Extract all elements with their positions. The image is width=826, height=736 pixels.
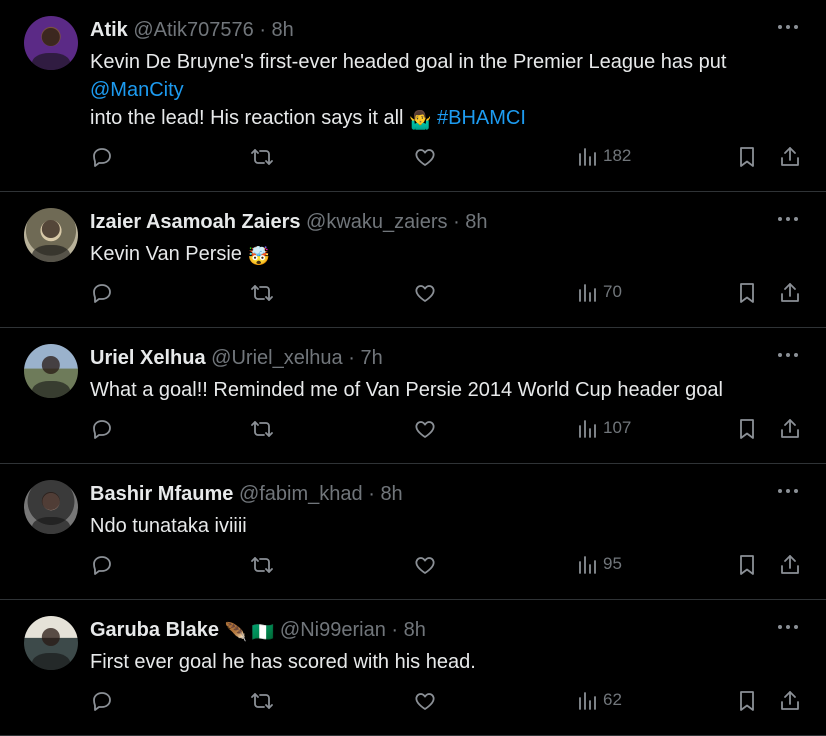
share-icon[interactable] (778, 281, 802, 305)
separator: · (348, 347, 355, 369)
separator: · (391, 619, 399, 641)
timestamp[interactable]: 8h (465, 211, 487, 233)
avatar[interactable] (24, 480, 78, 534)
tweet-text: First ever goal he has scored with his h… (90, 651, 476, 673)
views-icon (579, 692, 596, 710)
retweet-icon[interactable] (250, 553, 274, 577)
user-handle[interactable]: @fabim_khad (239, 483, 363, 505)
tweet-text: Kevin Van Persie 🤯 (90, 240, 790, 270)
views-count: 95 (603, 554, 622, 573)
views-count: 182 (603, 146, 632, 165)
user-name[interactable]: Izaier Asamoah Zaiers (90, 211, 300, 233)
retweet-icon[interactable] (250, 281, 274, 305)
tweet-header: Uriel Xelhua @Uriel_xelhua · 7h (90, 346, 383, 370)
bookmark-icon[interactable] (735, 145, 759, 169)
reply-icon[interactable] (90, 281, 114, 305)
hashtag-link[interactable]: #BHAMCI (431, 107, 526, 129)
more-icon[interactable] (778, 350, 800, 360)
avatar[interactable] (24, 208, 78, 262)
views-count: 107 (603, 418, 632, 437)
timestamp[interactable]: 8h (404, 619, 426, 641)
more-icon[interactable] (778, 486, 800, 496)
user-handle[interactable]: @Uriel_xelhua (211, 347, 342, 369)
tweet-text: What a goal!! Reminded me of Van Persie … (90, 379, 723, 401)
action-bar: 107 (90, 417, 806, 441)
bookmark-icon[interactable] (735, 553, 759, 577)
avatar[interactable] (24, 344, 78, 398)
views-counter[interactable]: 70 (576, 281, 622, 305)
retweet-icon[interactable] (250, 145, 274, 169)
reply-icon[interactable] (90, 689, 114, 713)
like-icon[interactable] (413, 145, 437, 169)
tweet-text: Ndo tunataka iviiii (90, 515, 247, 537)
reply-thread: Atik @Atik707576 · 8h Kevin De Bruyne's … (0, 0, 826, 736)
tweet[interactable]: Bashir Mfaume @fabim_khad · 8h Ndo tunat… (0, 464, 826, 600)
views-count: 70 (603, 282, 622, 301)
shrug-emoji: 🤷‍♂️ (409, 110, 432, 130)
views-counter[interactable]: 62 (576, 689, 622, 713)
tweet[interactable]: Garuba Blake 🪶 🇳🇬 @Ni99erian · 8h First … (0, 600, 826, 736)
action-bar: 95 (90, 553, 806, 577)
reply-icon[interactable] (90, 145, 114, 169)
name-emojis: 🪶 🇳🇬 (224, 622, 275, 642)
retweet-icon[interactable] (250, 689, 274, 713)
reply-icon[interactable] (90, 553, 114, 577)
user-handle[interactable]: @Atik707576 (133, 19, 253, 41)
like-icon[interactable] (413, 281, 437, 305)
avatar[interactable] (24, 16, 78, 70)
tweet-text: Kevin De Bruyne's first-ever headed goal… (90, 48, 790, 134)
tweet[interactable]: Atik @Atik707576 · 8h Kevin De Bruyne's … (0, 0, 826, 192)
more-icon[interactable] (778, 622, 800, 632)
share-icon[interactable] (778, 145, 802, 169)
views-icon (579, 420, 596, 438)
user-name[interactable]: Uriel Xelhua (90, 347, 206, 369)
views-icon (579, 148, 596, 166)
tweet-header: Bashir Mfaume @fabim_khad · 8h (90, 482, 403, 506)
tweet[interactable]: Uriel Xelhua @Uriel_xelhua · 7h What a g… (0, 328, 826, 464)
bookmark-icon[interactable] (735, 417, 759, 441)
user-name[interactable]: Atik (90, 19, 128, 41)
mind-blown-emoji: 🤯 (247, 246, 270, 266)
views-icon (579, 284, 596, 302)
user-name[interactable]: Garuba Blake (90, 619, 219, 641)
reply-icon[interactable] (90, 417, 114, 441)
share-icon[interactable] (778, 417, 802, 441)
action-bar: 70 (90, 281, 806, 305)
user-handle[interactable]: @kwaku_zaiers (306, 211, 447, 233)
timestamp[interactable]: 7h (360, 347, 382, 369)
share-icon[interactable] (778, 553, 802, 577)
like-icon[interactable] (413, 417, 437, 441)
mention-link[interactable]: @ManCity (90, 79, 184, 101)
tweet-header: Atik @Atik707576 · 8h (90, 18, 294, 42)
separator: · (453, 211, 460, 233)
tweet-header: Garuba Blake 🪶 🇳🇬 @Ni99erian · 8h (90, 618, 426, 644)
views-counter[interactable]: 95 (576, 553, 622, 577)
user-handle[interactable]: @Ni99erian (280, 619, 386, 641)
timestamp[interactable]: 8h (380, 483, 402, 505)
tweet[interactable]: Izaier Asamoah Zaiers @kwaku_zaiers · 8h… (0, 192, 826, 328)
more-icon[interactable] (778, 214, 800, 224)
user-name[interactable]: Bashir Mfaume (90, 483, 233, 505)
bookmark-icon[interactable] (735, 281, 759, 305)
action-bar: 62 (90, 689, 806, 713)
more-icon[interactable] (778, 22, 800, 32)
retweet-icon[interactable] (250, 417, 274, 441)
like-icon[interactable] (413, 689, 437, 713)
views-count: 62 (603, 690, 622, 709)
views-counter[interactable]: 107 (576, 417, 631, 441)
views-icon (579, 556, 596, 574)
action-bar: 182 (90, 145, 806, 169)
share-icon[interactable] (778, 689, 802, 713)
views-counter[interactable]: 182 (576, 145, 631, 169)
tweet-header: Izaier Asamoah Zaiers @kwaku_zaiers · 8h (90, 210, 488, 234)
separator: · (259, 19, 266, 41)
timestamp[interactable]: 8h (272, 19, 294, 41)
separator: · (368, 483, 375, 505)
like-icon[interactable] (413, 553, 437, 577)
bookmark-icon[interactable] (735, 689, 759, 713)
avatar[interactable] (24, 616, 78, 670)
